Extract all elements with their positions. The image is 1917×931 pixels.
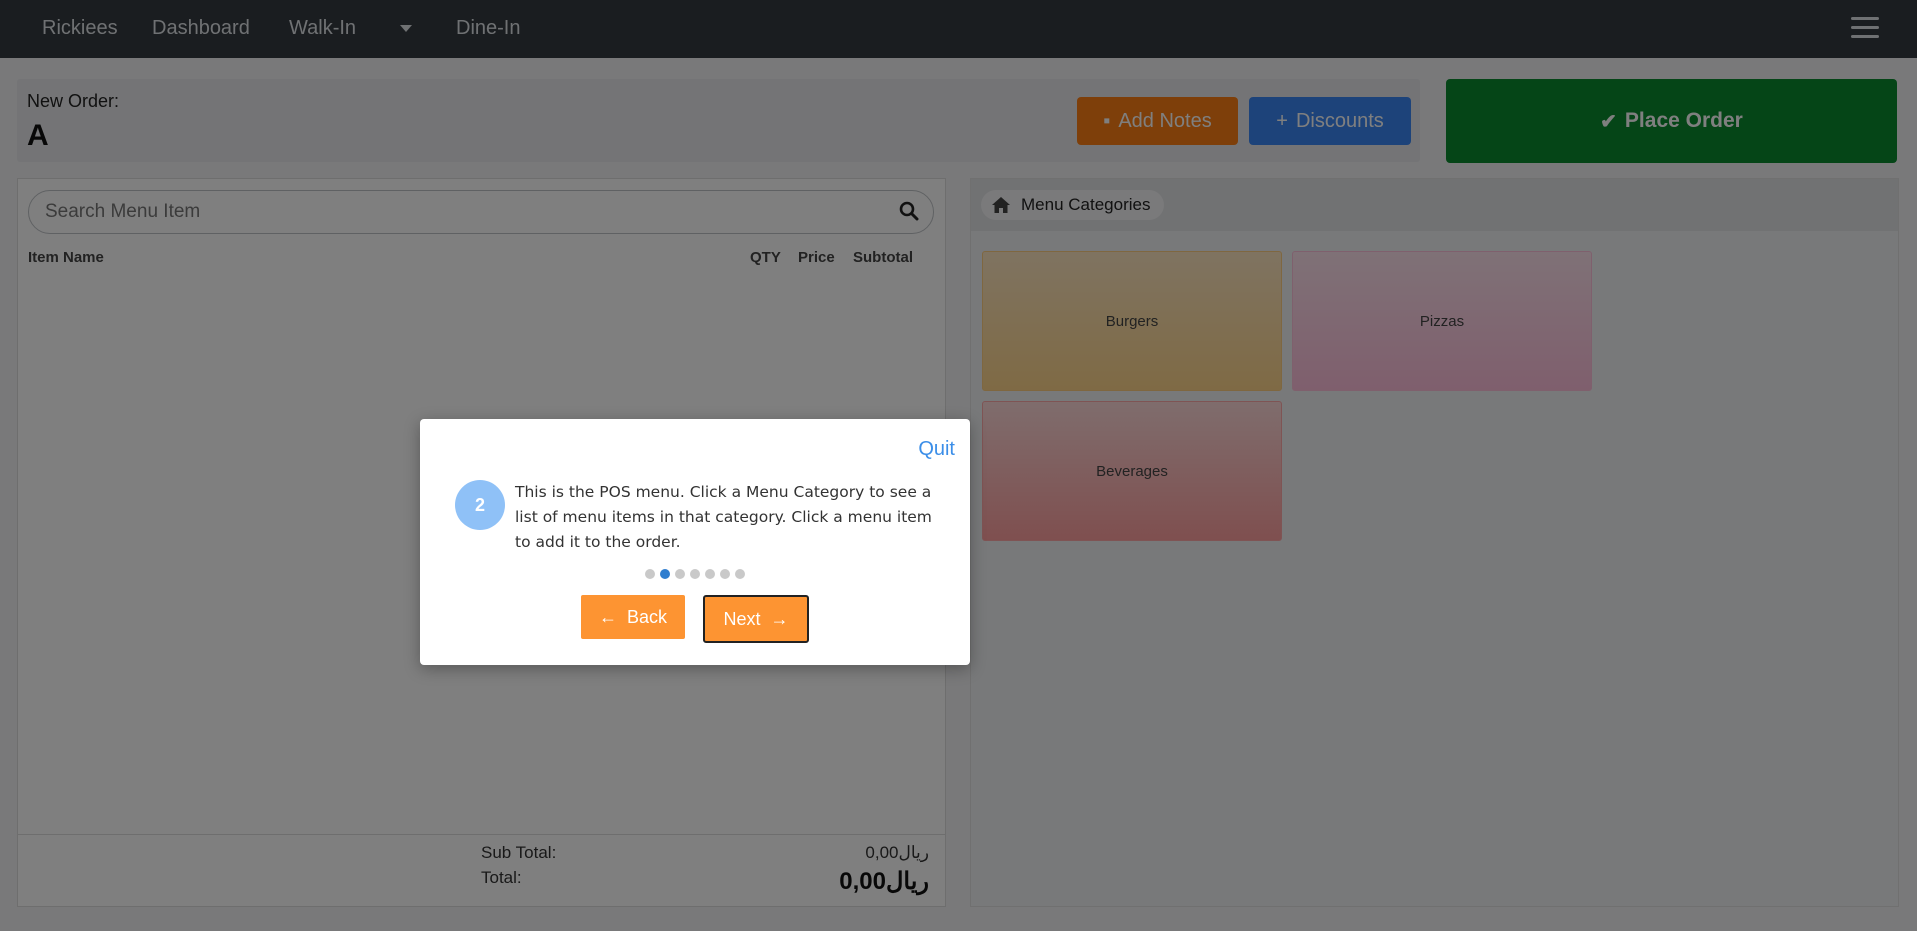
step-number-badge: 2 [455, 480, 505, 530]
arrow-left-icon: ← [598, 606, 617, 627]
step-dot[interactable] [675, 569, 685, 579]
step-dot[interactable] [735, 569, 745, 579]
step-dot[interactable] [645, 569, 655, 579]
back-label: Back [626, 606, 668, 627]
next-button[interactable]: Next → [703, 595, 809, 643]
step-dot-active[interactable] [660, 569, 670, 579]
back-button[interactable]: ← Back [581, 595, 685, 639]
tour-progress-dots [645, 569, 750, 579]
next-label: Next [723, 608, 761, 629]
tour-description: This is the POS menu. Click a Menu Categ… [515, 483, 932, 551]
step-dot[interactable] [720, 569, 730, 579]
step-dot[interactable] [690, 569, 700, 579]
step-dot[interactable] [705, 569, 715, 579]
arrow-right-icon: → [770, 608, 789, 629]
quit-tour-link[interactable]: Quit [918, 438, 955, 461]
tour-dialog: Quit 2 This is the POS menu. Click a Men… [420, 419, 970, 665]
